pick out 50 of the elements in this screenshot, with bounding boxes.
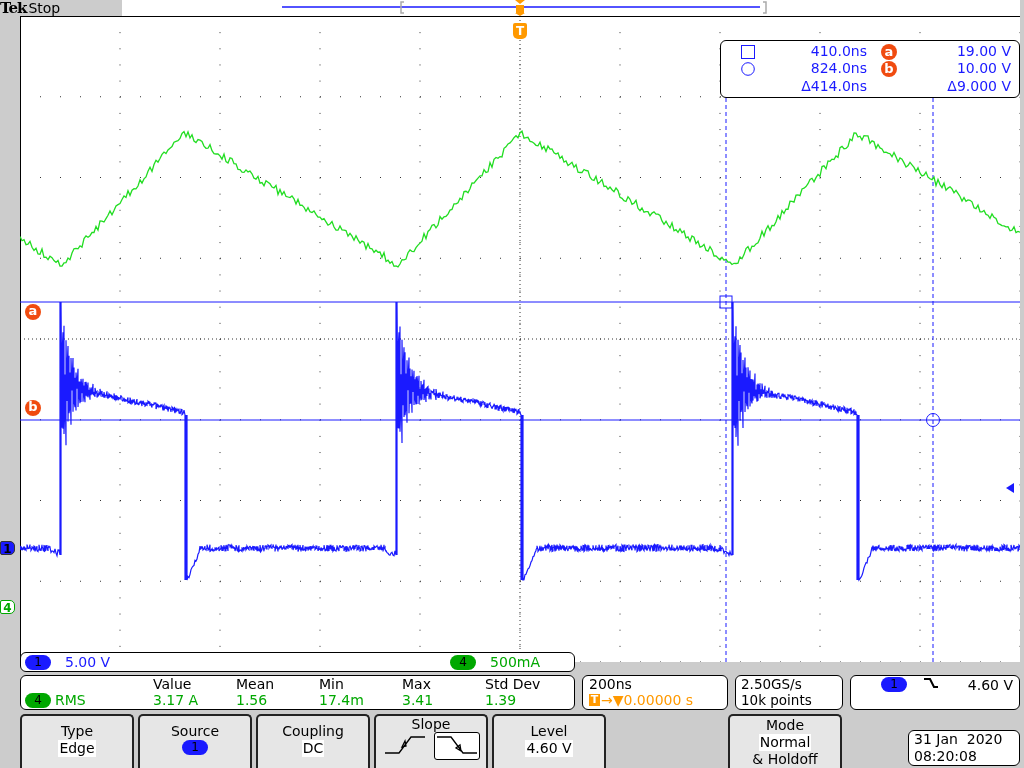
channel-badge: 1 [182,740,208,755]
brand-label: Tek [0,0,27,16]
stat-header: Max [402,676,431,692]
menu-button[interactable]: Type Edge [20,714,134,768]
square-icon [741,44,755,59]
stat-value: 1.56 [236,692,268,708]
stat-value: 17.4m [319,692,364,708]
menu-button[interactable]: Source 1 [138,714,252,768]
menu-button[interactable]: Level 4.60 V [492,714,606,768]
date: 31 Jan 2020 [914,731,1004,748]
cursor-line[interactable] [20,419,1020,421]
menu-button[interactable]: Coupling DC [256,714,370,768]
menu-button[interactable]: Mode Normal & Holdoff [728,714,842,768]
cursor-square-icon [719,295,733,309]
falling-edge-icon[interactable] [434,732,480,760]
delta-value: Δ9.000 V [947,77,1011,95]
delta-time: Δ414.0ns [801,77,867,95]
trigger-marker: T [513,23,527,39]
sample-rate: 2.50GS/s [741,676,803,692]
record-length: 10k points [741,692,813,708]
stat-value: 3.17 A [153,692,199,708]
cursor-value: 10.00 V [956,60,1011,78]
channel-badge[interactable]: 4 [25,693,51,708]
channel-scale: 5.00 V [65,654,111,670]
clock-time: 08:20:08 [914,748,978,765]
trigger-position-icon: T [589,694,600,706]
cursor-label: b [881,61,897,77]
measurement-name: RMS [55,692,86,708]
circle-icon [741,62,755,76]
stat-header: Min [319,676,344,692]
channel-badge[interactable]: 4 [450,654,477,670]
channel-scale: 500mA [490,654,540,670]
acquisition-state: Stop [28,0,61,16]
cursor-line[interactable] [932,97,934,662]
time-scale: 200ns [589,676,633,692]
stat-value: 1.39 [485,692,517,708]
cursor-time: 410.0ns [810,43,867,61]
trigger-level-icon [1006,483,1014,493]
trigger-position: →▼0.00000 s [601,692,694,708]
cursor-time: 824.0ns [810,60,867,78]
menu-button[interactable]: Slope [374,714,488,768]
stat-header: Mean [236,676,275,692]
cursor-label: a [881,43,897,60]
trigger-level: 4.60 V [967,677,1013,693]
stat-header: Value [153,676,192,692]
cursor-circle-icon [926,413,940,427]
stat-header: Std Dev [485,676,541,692]
cursor-value: 19.00 V [956,43,1011,61]
cursor-line[interactable] [725,97,727,662]
stat-value: 3.41 [402,692,434,708]
